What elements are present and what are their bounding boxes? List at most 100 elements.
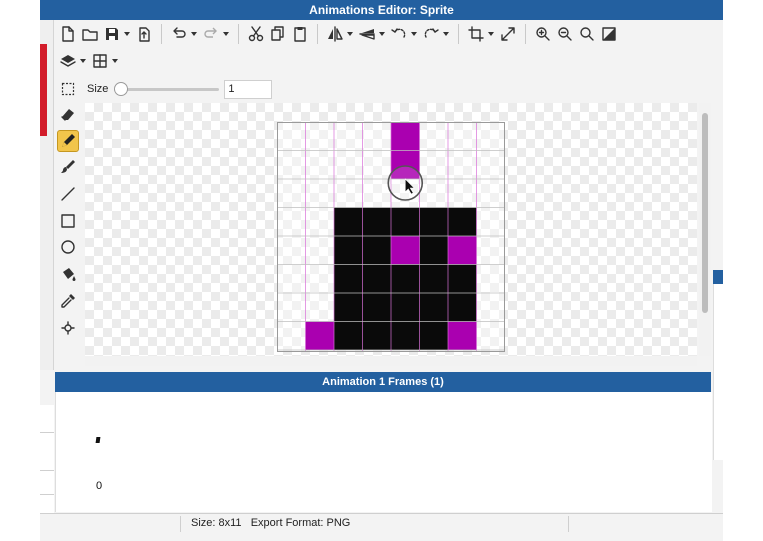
- new-file-icon[interactable]: [57, 23, 79, 45]
- scrollbar-thumb[interactable]: [702, 113, 708, 313]
- toolbar-separator: [161, 24, 162, 44]
- tool-palette: [57, 103, 81, 343]
- sprite-pixel: [419, 236, 448, 265]
- brush-size-row: Size 1: [57, 78, 273, 100]
- brush-icon[interactable]: [57, 156, 79, 178]
- grid-icon[interactable]: [89, 50, 111, 72]
- row-divider: [40, 470, 54, 471]
- resize-icon[interactable]: [497, 23, 519, 45]
- ellipse-icon[interactable]: [57, 236, 79, 258]
- sprite-pixel: [362, 321, 391, 350]
- status-text: Size: 8x11 Export Format: PNG: [191, 517, 351, 529]
- canvas-horizontal-scrollbar[interactable]: [85, 356, 697, 366]
- chevron-down-icon[interactable]: [443, 32, 449, 36]
- main-toolbar: [57, 22, 620, 46]
- chevron-down-icon[interactable]: [124, 32, 130, 36]
- frames-panel: 0: [55, 392, 712, 512]
- sprite-pixel: [419, 264, 448, 293]
- redo-icon[interactable]: [200, 23, 222, 45]
- cut-icon[interactable]: [245, 23, 267, 45]
- save-icon[interactable]: [101, 23, 123, 45]
- line-icon[interactable]: [57, 183, 79, 205]
- open-folder-icon[interactable]: [79, 23, 101, 45]
- sprite-pixel: [419, 207, 448, 236]
- chevron-down-icon[interactable]: [223, 32, 229, 36]
- sprite-pixel: [448, 207, 477, 236]
- sprite-pixel: [448, 264, 477, 293]
- size-label: Size: [87, 83, 109, 95]
- background-window-right: [713, 270, 724, 460]
- eyedropper-icon[interactable]: [57, 290, 79, 312]
- sprite-pixel: [391, 321, 420, 350]
- flip-vertical-icon[interactable]: [356, 23, 378, 45]
- sprite-pixel: [448, 236, 477, 265]
- toolbar-separator: [458, 24, 459, 44]
- sprite-pixel: [448, 293, 477, 322]
- transparency-icon[interactable]: [598, 23, 620, 45]
- eraser-icon[interactable]: [57, 103, 79, 125]
- rectangle-icon[interactable]: [57, 210, 79, 232]
- sprite-pixel: [391, 207, 420, 236]
- undo-icon[interactable]: [168, 23, 190, 45]
- drawing-canvas[interactable]: [85, 103, 697, 356]
- flip-horizontal-icon[interactable]: [324, 23, 346, 45]
- sprite-pixel: [334, 207, 363, 236]
- zoom-out-icon[interactable]: [554, 23, 576, 45]
- sprite-pixel: [305, 321, 334, 350]
- status-divider: [180, 516, 181, 532]
- background-window-edge: [40, 44, 47, 136]
- sprite-pixel: [391, 293, 420, 322]
- chevron-down-icon[interactable]: [488, 32, 494, 36]
- toolbar-separator: [317, 24, 318, 44]
- sprite-pixel: [391, 264, 420, 293]
- sprite-pixel: [334, 321, 363, 350]
- chevron-down-icon[interactable]: [191, 32, 197, 36]
- sprite-pixel: [362, 264, 391, 293]
- sprite-pixel: [362, 293, 391, 322]
- chevron-down-icon[interactable]: [411, 32, 417, 36]
- layers-icon[interactable]: [57, 50, 79, 72]
- secondary-toolbar: [57, 49, 121, 73]
- sprite-pixel: [362, 236, 391, 265]
- row-divider: [40, 494, 54, 495]
- size-slider[interactable]: [114, 82, 220, 96]
- sprite-pixel: [334, 293, 363, 322]
- size-slider-track: [114, 88, 220, 91]
- frame-thumbnail[interactable]: [95, 437, 101, 443]
- rotate-right-icon[interactable]: [420, 23, 442, 45]
- anchor-point-icon[interactable]: [57, 317, 79, 339]
- size-input[interactable]: 1: [224, 79, 273, 99]
- export-icon[interactable]: [133, 23, 155, 45]
- pencil-icon[interactable]: [57, 129, 79, 152]
- zoom-in-icon[interactable]: [532, 23, 554, 45]
- sprite-pixel: [391, 236, 420, 265]
- fill-bucket-icon[interactable]: [57, 263, 79, 285]
- sprite-pixel: [419, 321, 448, 350]
- chevron-down-icon[interactable]: [347, 32, 353, 36]
- chevron-down-icon[interactable]: [80, 59, 86, 63]
- canvas-vertical-scrollbar[interactable]: [699, 103, 711, 356]
- chevron-down-icon[interactable]: [112, 59, 118, 63]
- toolbar-separator: [238, 24, 239, 44]
- sprite-pixel: [334, 264, 363, 293]
- row-divider: [40, 432, 54, 433]
- sprite-grid[interactable]: [277, 122, 505, 352]
- crop-icon[interactable]: [465, 23, 487, 45]
- sprite-pixel: [362, 207, 391, 236]
- size-slider-knob[interactable]: [114, 82, 129, 96]
- zoom-fit-icon[interactable]: [576, 23, 598, 45]
- chevron-down-icon[interactable]: [379, 32, 385, 36]
- window-title: Animations Editor: Sprite: [40, 0, 723, 20]
- background-window-header: [713, 270, 723, 284]
- toolbar-separator: [525, 24, 526, 44]
- rotate-left-icon[interactable]: [388, 23, 410, 45]
- status-bar: Size: 8x11 Export Format: PNG: [40, 513, 723, 534]
- sprite-pixel: [391, 122, 420, 151]
- selection-icon[interactable]: [57, 78, 79, 100]
- sprite-pixel: [419, 293, 448, 322]
- copy-icon[interactable]: [267, 23, 289, 45]
- sprite-pixel: [448, 321, 477, 350]
- background-window-left: [40, 405, 54, 515]
- status-divider: [568, 516, 569, 532]
- paste-icon[interactable]: [289, 23, 311, 45]
